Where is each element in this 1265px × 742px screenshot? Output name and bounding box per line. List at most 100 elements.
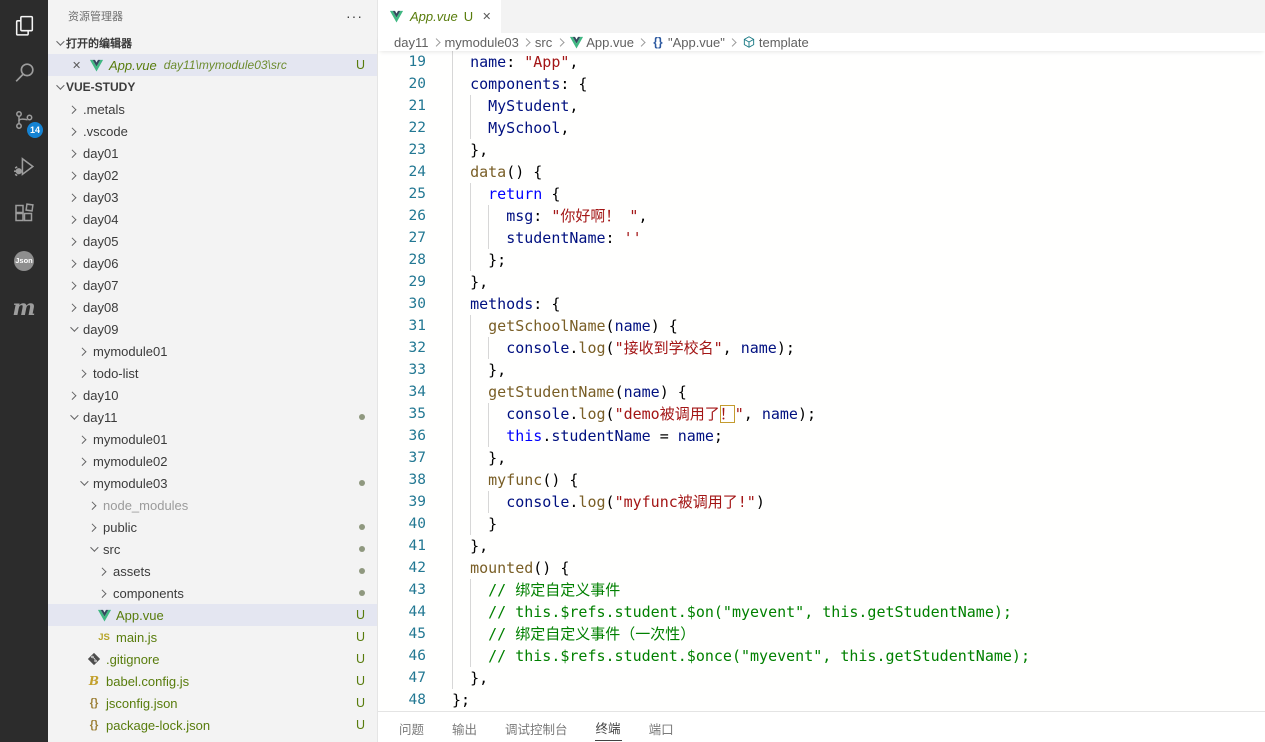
code-line[interactable]: 32 console.log("接收到学校名", name);	[378, 337, 1265, 359]
js-icon: JS	[96, 629, 112, 645]
tree-item-node_modules[interactable]: node_modules	[48, 494, 377, 516]
breadcrumb-item[interactable]: day11	[394, 35, 428, 50]
code-line[interactable]: 37 },	[378, 447, 1265, 469]
breadcrumb-item[interactable]: mymodule03	[444, 35, 518, 50]
activity-item-extensions[interactable]	[0, 190, 48, 237]
code-line[interactable]: 42 mounted() {	[378, 557, 1265, 579]
code-line[interactable]: 36 this.studentName = name;	[378, 425, 1265, 447]
tree-item-mymodule01[interactable]: mymodule01	[48, 428, 377, 450]
tree-item-day02[interactable]: day02	[48, 164, 377, 186]
activity-item-search[interactable]	[0, 49, 48, 96]
code-line[interactable]: 35 console.log("demo被调用了！", name);	[378, 403, 1265, 425]
line-number: 31	[378, 315, 426, 337]
code-line[interactable]: 44 // this.$refs.student.$on("myevent", …	[378, 601, 1265, 623]
tree-item-public[interactable]: public	[48, 516, 377, 538]
tree-item-day10[interactable]: day10	[48, 384, 377, 406]
code-line[interactable]: 23 },	[378, 139, 1265, 161]
code-line[interactable]: 46 // this.$refs.student.$once("myevent"…	[378, 645, 1265, 667]
tree-item-day06[interactable]: day06	[48, 252, 377, 274]
close-icon[interactable]: ✕	[72, 59, 88, 72]
code-line[interactable]: 21 MyStudent,	[378, 95, 1265, 117]
panel-tab-终端[interactable]: 终端	[595, 713, 622, 741]
code-line[interactable]: 25 return {	[378, 183, 1265, 205]
activity-item-source-control[interactable]: 14	[0, 96, 48, 143]
git-status-badge: U	[356, 630, 365, 644]
git-status-badge: U	[356, 608, 365, 622]
code-line[interactable]: 38 myfunc() {	[378, 469, 1265, 491]
code-line[interactable]: 31 getSchoolName(name) {	[378, 315, 1265, 337]
tree-item-day01[interactable]: day01	[48, 142, 377, 164]
code-line[interactable]: 22 MySchool,	[378, 117, 1265, 139]
tree-item-day09[interactable]: day09	[48, 318, 377, 340]
tree-item-.vscode[interactable]: .vscode	[48, 120, 377, 142]
tab-app-vue[interactable]: App.vue U ✕	[378, 0, 501, 33]
tree-item-day11[interactable]: day11	[48, 406, 377, 428]
m-logo-icon: m	[12, 298, 35, 318]
tree-item-assets[interactable]: assets	[48, 560, 377, 582]
tree-item-mymodule02[interactable]: mymodule02	[48, 450, 377, 472]
code-line[interactable]: 40 }	[378, 513, 1265, 535]
braces-icon: {}	[650, 34, 666, 50]
tree-item-jsconfig.json[interactable]: {}jsconfig.jsonU	[48, 692, 377, 714]
close-icon[interactable]: ✕	[482, 10, 491, 23]
tree-item-main.js[interactable]: JSmain.jsU	[48, 626, 377, 648]
tree-item-mymodule01[interactable]: mymodule01	[48, 340, 377, 362]
panel-tab-端口[interactable]: 端口	[648, 714, 675, 741]
open-editors-header[interactable]: 打开的编辑器	[48, 32, 377, 54]
open-editor-item[interactable]: ✕ App.vue day11\mymodule03\src U	[48, 54, 377, 76]
activity-item-m-tool[interactable]: m	[0, 284, 48, 331]
babel-icon: B	[86, 673, 102, 689]
tree-item-day03[interactable]: day03	[48, 186, 377, 208]
code-line[interactable]: 29 },	[378, 271, 1265, 293]
code-line[interactable]: 30 methods: {	[378, 293, 1265, 315]
json-braces-icon: {}	[86, 695, 102, 711]
activity-item-json-tool[interactable]: Json	[0, 237, 48, 284]
code-editor[interactable]: 19 name: "App",20 components: {21 MyStud…	[378, 51, 1265, 711]
workspace-header[interactable]: VUE-STUDY	[48, 76, 377, 98]
line-number: 28	[378, 249, 426, 271]
tree-item-components[interactable]: components	[48, 582, 377, 604]
code-line[interactable]: 45 // 绑定自定义事件（一次性）	[378, 623, 1265, 645]
tree-item-label: day03	[83, 190, 118, 205]
code-line[interactable]: 41 },	[378, 535, 1265, 557]
code-line[interactable]: 33 },	[378, 359, 1265, 381]
code-line[interactable]: 47 },	[378, 667, 1265, 689]
breadcrumb-item[interactable]: src	[535, 35, 552, 50]
code-line[interactable]: 28 };	[378, 249, 1265, 271]
more-actions-icon[interactable]: ···	[346, 8, 363, 24]
chevron-right-icon	[86, 498, 100, 512]
tree-item-label: App.vue	[116, 608, 164, 623]
tree-item-package-lock.json[interactable]: {}package-lock.jsonU	[48, 714, 377, 736]
code-line[interactable]: 19 name: "App",	[378, 51, 1265, 73]
code-line[interactable]: 39 console.log("myfunc被调用了!")	[378, 491, 1265, 513]
tree-item-day04[interactable]: day04	[48, 208, 377, 230]
activity-item-run-debug[interactable]	[0, 143, 48, 190]
tree-item-App.vue[interactable]: App.vue U	[48, 604, 377, 626]
tree-item-babel.config.js[interactable]: Bbabel.config.jsU	[48, 670, 377, 692]
code-line[interactable]: 34 getStudentName(name) {	[378, 381, 1265, 403]
code-line[interactable]: 24 data() {	[378, 161, 1265, 183]
activity-item-explorer[interactable]	[0, 2, 48, 49]
tree-item-src[interactable]: src	[48, 538, 377, 560]
panel-tab-调试控制台[interactable]: 调试控制台	[504, 714, 569, 741]
tree-item-label: node_modules	[103, 498, 188, 513]
breadcrumb-item[interactable]: template	[741, 34, 809, 50]
tree-item-mymodule03[interactable]: mymodule03	[48, 472, 377, 494]
code-line[interactable]: 48};	[378, 689, 1265, 711]
editor-area: App.vue U ✕ day11 mymodule03 src App.vue {}"…	[378, 0, 1265, 742]
code-line[interactable]: 43 // 绑定自定义事件	[378, 579, 1265, 601]
code-line[interactable]: 20 components: {	[378, 73, 1265, 95]
breadcrumb-label: App.vue	[586, 35, 634, 50]
tree-item-todo-list[interactable]: todo-list	[48, 362, 377, 384]
code-line[interactable]: 27 studentName: ''	[378, 227, 1265, 249]
tree-item-.gitignore[interactable]: .gitignoreU	[48, 648, 377, 670]
tree-item-day05[interactable]: day05	[48, 230, 377, 252]
panel-tab-输出[interactable]: 输出	[451, 714, 478, 741]
tree-item-day08[interactable]: day08	[48, 296, 377, 318]
code-line[interactable]: 26 msg: "你好啊！ ",	[378, 205, 1265, 227]
panel-tab-问题[interactable]: 问题	[398, 714, 425, 741]
breadcrumb-item[interactable]: {}"App.vue"	[650, 34, 725, 50]
breadcrumb-item[interactable]: App.vue	[568, 34, 634, 50]
tree-item-.metals[interactable]: .metals	[48, 98, 377, 120]
tree-item-day07[interactable]: day07	[48, 274, 377, 296]
